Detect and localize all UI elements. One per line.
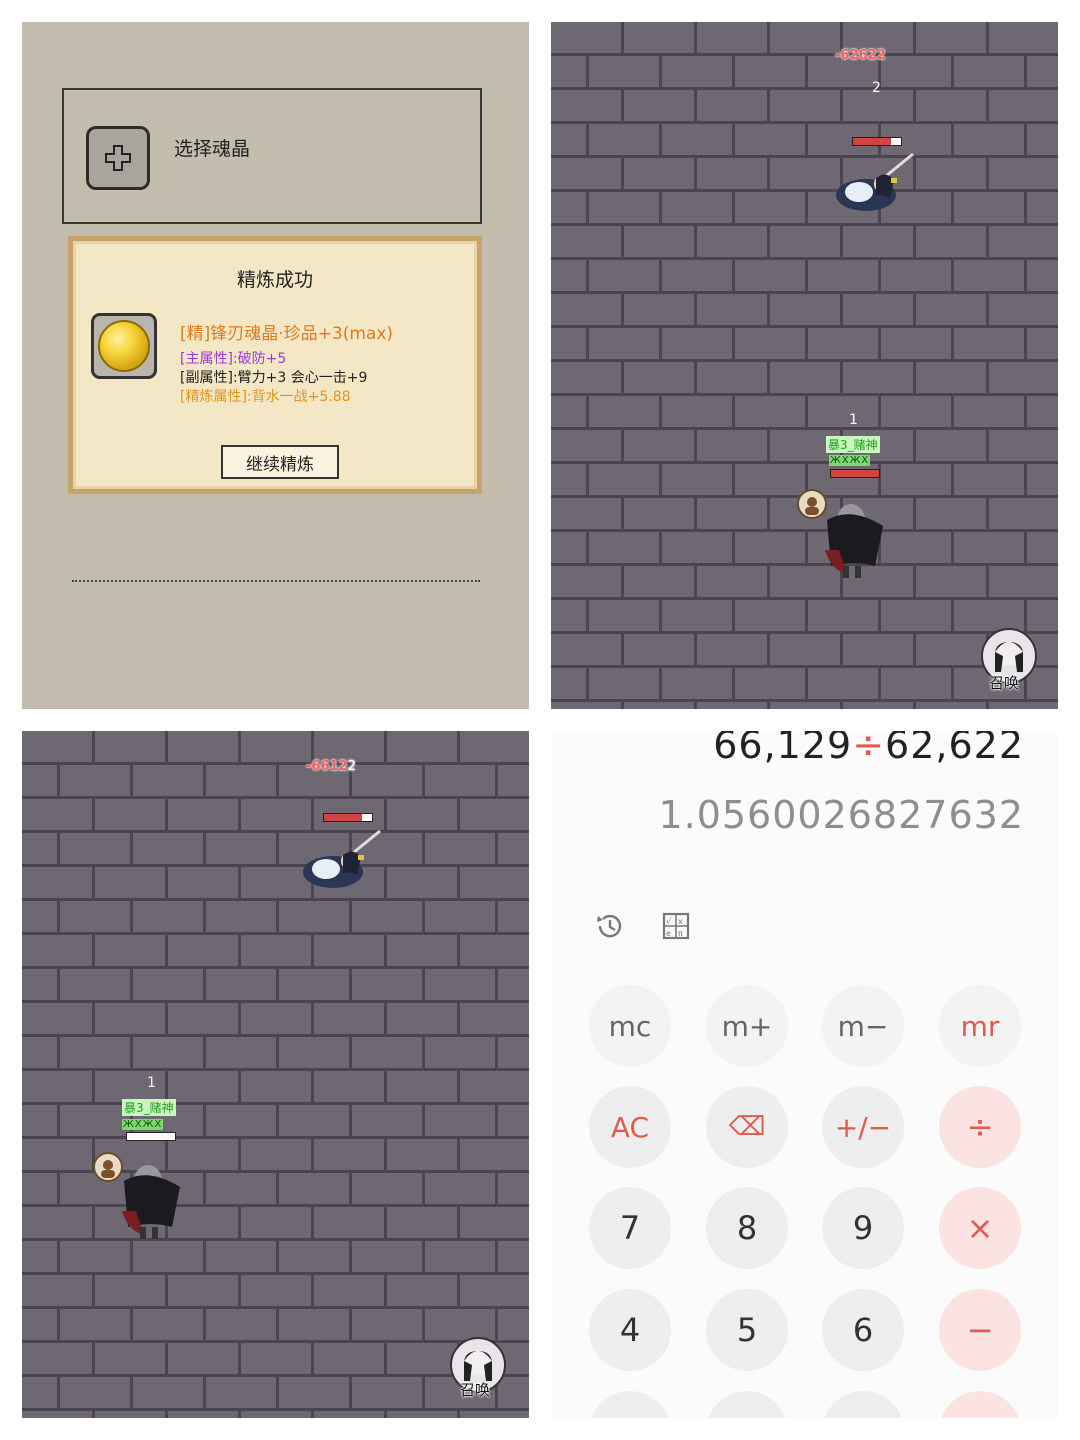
digit-7-key[interactable]: 7: [589, 1187, 671, 1269]
main-attribute: [主属性]:破防+5: [180, 351, 287, 367]
m-plus-key[interactable]: m+: [706, 985, 788, 1067]
digit-6-key[interactable]: 6: [822, 1289, 904, 1371]
divider: [72, 580, 480, 582]
svg-text:√: √: [666, 917, 672, 926]
enemy-hp-bar: [852, 137, 902, 146]
select-crystal-label: 选择魂晶: [174, 138, 251, 160]
enemy-swordsman-sprite: [836, 152, 914, 211]
history-icon[interactable]: [593, 909, 627, 943]
continue-refine-button[interactable]: 继续精炼: [221, 445, 339, 479]
player-status-tag: ЖXЖX: [829, 455, 871, 466]
mr-key[interactable]: mr: [939, 985, 1021, 1067]
enemy-hp-bar: [323, 813, 373, 822]
player-name-tag: 暴3_赌神: [826, 436, 880, 453]
all-clear-key[interactable]: AC: [589, 1086, 671, 1168]
battle-view-bottom: -66122 1 暴3_赌神 ЖXЖX 召唤: [22, 731, 529, 1418]
dialog-title: 精炼成功: [236, 269, 313, 291]
divide-key[interactable]: ÷: [939, 1086, 1021, 1168]
digit-2-key[interactable]: [706, 1391, 788, 1418]
calculator-app: 66,129÷62,622 1.0560026827632 √ x e π mc m+…: [551, 731, 1058, 1418]
summon-label: 召唤: [989, 674, 1020, 692]
svg-text:e: e: [666, 929, 671, 938]
plus-icon: [105, 145, 131, 171]
player-number: 1: [849, 412, 858, 428]
digit-3-key[interactable]: [822, 1391, 904, 1418]
svg-text:π: π: [678, 929, 683, 938]
player-name-tag: 暴3_赌神: [122, 1099, 176, 1116]
crystal-slot: [91, 313, 157, 379]
mc-key[interactable]: mc: [589, 985, 671, 1067]
summon-label: 召唤: [460, 1381, 491, 1399]
svg-text:x: x: [678, 917, 683, 926]
player-hp-bar: [830, 469, 880, 478]
player-swordsman-sprite: [825, 504, 883, 578]
gold-crystal-icon: [98, 320, 150, 372]
enemy-swordsman-sprite: [303, 829, 381, 888]
minus-key[interactable]: −: [939, 1289, 1021, 1371]
soul-crystal-select-box[interactable]: 选择魂晶: [62, 88, 482, 224]
add-crystal-button[interactable]: [86, 126, 150, 190]
digit-4-key[interactable]: 4: [589, 1289, 671, 1371]
scientific-icon[interactable]: √ x e π: [659, 909, 693, 943]
digit-5-key[interactable]: 5: [706, 1289, 788, 1371]
expression-display: 66,129÷62,622: [713, 731, 1024, 767]
summon-portrait-icon: [995, 642, 1023, 672]
damage-number: -66122: [306, 759, 356, 774]
m-minus-key[interactable]: m−: [822, 985, 904, 1067]
refine-panel: 选择魂晶 精炼成功 [精]锋刃魂晶·珍品+3(max) [主属性]:破防+5 […: [22, 22, 529, 709]
player-status-tag: ЖXЖX: [122, 1119, 164, 1130]
sign-toggle-key[interactable]: +/−: [822, 1086, 904, 1168]
sub-attribute: [副属性]:臂力+3 会心一击+9: [180, 370, 368, 386]
multiply-key[interactable]: ×: [939, 1187, 1021, 1269]
item-name: [精]锋刃魂晶·珍品+3(max): [180, 324, 394, 344]
digit-8-key[interactable]: 8: [706, 1187, 788, 1269]
player-hp-bar: [126, 1132, 176, 1141]
result-display: 1.0560026827632: [658, 793, 1024, 837]
player-swordsman-sprite: [122, 1165, 180, 1239]
damage-number: -62622: [835, 48, 886, 63]
player-number: 1: [147, 1075, 156, 1091]
refine-result-dialog: 精炼成功 [精]锋刃魂晶·珍品+3(max) [主属性]:破防+5 [副属性]:…: [68, 236, 482, 494]
digit-1-key[interactable]: [589, 1391, 671, 1418]
backspace-key[interactable]: ⌫: [706, 1086, 788, 1168]
digit-9-key[interactable]: 9: [822, 1187, 904, 1269]
refine-attribute: [精炼属性]:背水一战+5.88: [180, 389, 351, 405]
battle-view-top: -62622 2 1 暴3_赌神 ЖXЖX 召唤: [551, 22, 1058, 709]
plus-key[interactable]: [939, 1391, 1021, 1418]
enemy-number: 2: [872, 80, 881, 96]
